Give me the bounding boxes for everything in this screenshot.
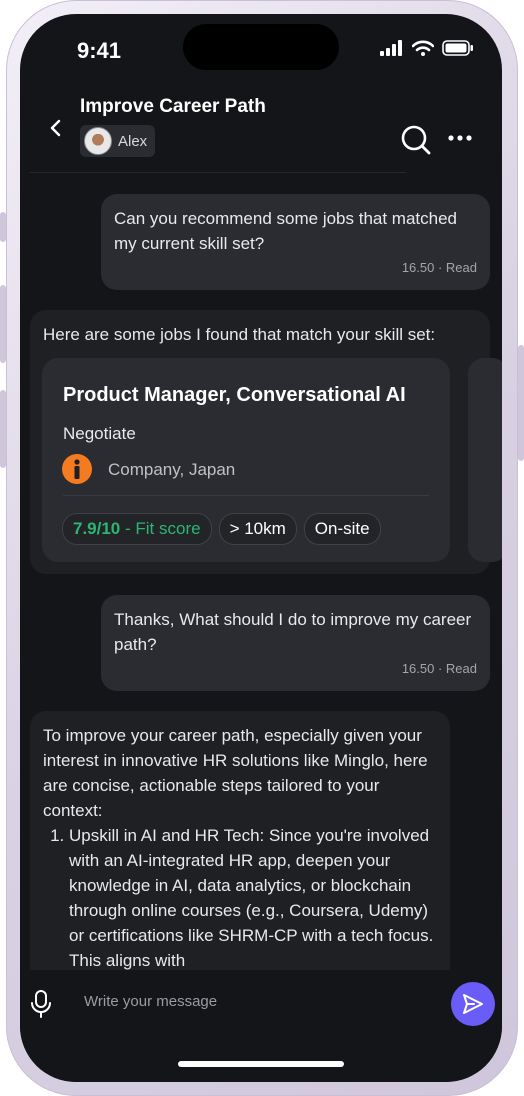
avatar [84,127,112,155]
user-name: Alex [118,132,148,150]
send-button[interactable] [451,982,495,1026]
outgoing-message: Thanks, What should I do to improve my c… [101,595,490,691]
message-input[interactable] [82,992,426,1011]
battery-icon [442,40,473,56]
list-item: Upskill in AI and HR Tech: Since you're … [69,823,437,973]
status-time: 9:41 [77,38,122,63]
message-text: To improve your career path, especially … [43,726,428,820]
send-icon [463,994,483,1014]
incoming-message: To improve your career path, especially … [30,711,450,1001]
message-text: Can you recommend some jobs that matched… [114,209,458,253]
mute-switch [0,212,6,242]
job-card[interactable]: Product Manager, Conversational AI Negot… [42,358,450,562]
app-screen: 9:41 Improve Career Path Alex Can you re… [20,14,502,1082]
chat-header: Improve Career Path Alex [20,90,502,176]
home-indicator[interactable] [178,1061,344,1067]
power-button [518,345,524,461]
status-icons [380,40,474,56]
work-mode-badge: On-site [303,513,381,545]
signal-icon [380,40,402,56]
header-divider [30,172,406,173]
fit-score-label: - Fit score [125,519,201,538]
advice-list: Upskill in AI and HR Tech: Since you're … [43,823,437,973]
company-name: Company, Japan [108,460,236,479]
chevron-left-icon[interactable] [46,118,66,138]
job-tags: 7.9/10 - Fit score > 10km On-site [62,513,381,545]
dynamic-island [183,24,339,70]
next-job-card[interactable] [468,358,502,562]
search-icon[interactable] [400,124,432,156]
message-text: Here are some jobs I found that match yo… [43,325,436,344]
chat-title: Improve Career Path [80,96,266,117]
fit-score-badge: 7.9/10 - Fit score [62,513,212,545]
fit-score-value: 7.9/10 [73,519,121,538]
microphone-icon[interactable] [30,990,52,1018]
job-title: Product Manager, Conversational AI [63,384,406,406]
wifi-icon [412,40,434,56]
user-chip[interactable]: Alex [80,125,156,157]
volume-up-button [0,285,6,363]
job-salary: Negotiate [63,424,136,443]
volume-down-button [0,390,6,468]
message-meta: 16.50 · Read [401,661,477,676]
job-card-divider [63,495,429,496]
info-icon [62,454,92,484]
outgoing-message: Can you recommend some jobs that matched… [101,194,490,290]
message-meta: 16.50 · Read [401,260,477,275]
message-text: Thanks, What should I do to improve my c… [114,610,472,654]
more-horizontal-icon[interactable] [447,130,473,146]
distance-badge: > 10km [218,513,297,545]
